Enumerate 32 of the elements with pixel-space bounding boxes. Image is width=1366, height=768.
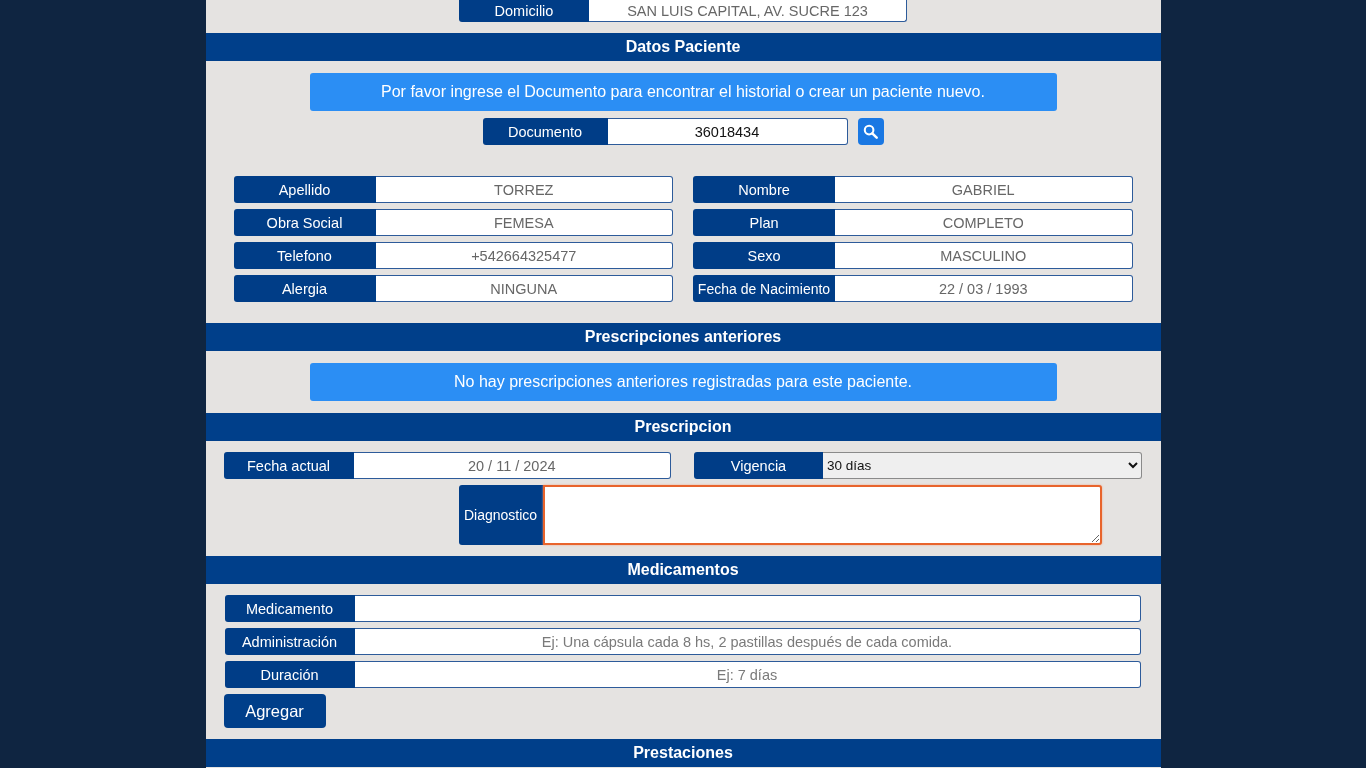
field-label: Administración — [224, 628, 355, 655]
field-label: Documento — [482, 118, 608, 145]
vigencia-select[interactable]: 30 días — [823, 452, 1142, 479]
field-label: Obra Social — [233, 209, 376, 236]
section-header: Medicamentos — [205, 556, 1161, 584]
field-label: Medicamento — [224, 595, 355, 622]
text-field[interactable]: Ej: Una cápsula cada 8 hs, 2 pastillas después de cada comida. — [354, 628, 1141, 655]
section-header: Prestaciones — [205, 739, 1161, 767]
text-area[interactable] — [542, 485, 1102, 545]
field-label: Plan — [693, 209, 835, 236]
field-label: Alergia — [233, 275, 376, 302]
field-label: Telefono — [233, 242, 376, 269]
field-label: Fecha actual — [223, 452, 354, 479]
text-field[interactable]: Ej: 7 días — [354, 661, 1141, 688]
field-label: Duración — [224, 661, 355, 688]
field-label: Vigencia — [694, 452, 823, 479]
field-label: Nombre — [693, 176, 835, 203]
field-label: Domicilio — [459, 0, 589, 22]
add-button[interactable]: Agregar — [223, 694, 326, 728]
field-label: Fecha de Nacimiento — [693, 275, 835, 302]
section-header: Prescripcion — [205, 413, 1161, 441]
field-label: Diagnostico — [458, 485, 543, 545]
search-button[interactable] — [857, 118, 884, 145]
text-field[interactable]: 36018434 — [607, 118, 848, 145]
section-header: Prescripciones anteriores — [205, 323, 1161, 351]
text-field[interactable] — [354, 595, 1141, 622]
section-header: Datos Paciente — [205, 33, 1161, 61]
search-icon — [863, 124, 878, 139]
info-banner: No hay prescripciones anteriores registradas para este paciente. — [309, 363, 1057, 401]
info-banner: Por favor ingrese el Documento para encontrar el historial o crear un paciente nuevo. — [309, 73, 1057, 111]
field-label: Apellido — [233, 176, 376, 203]
field-label: Sexo — [693, 242, 835, 269]
